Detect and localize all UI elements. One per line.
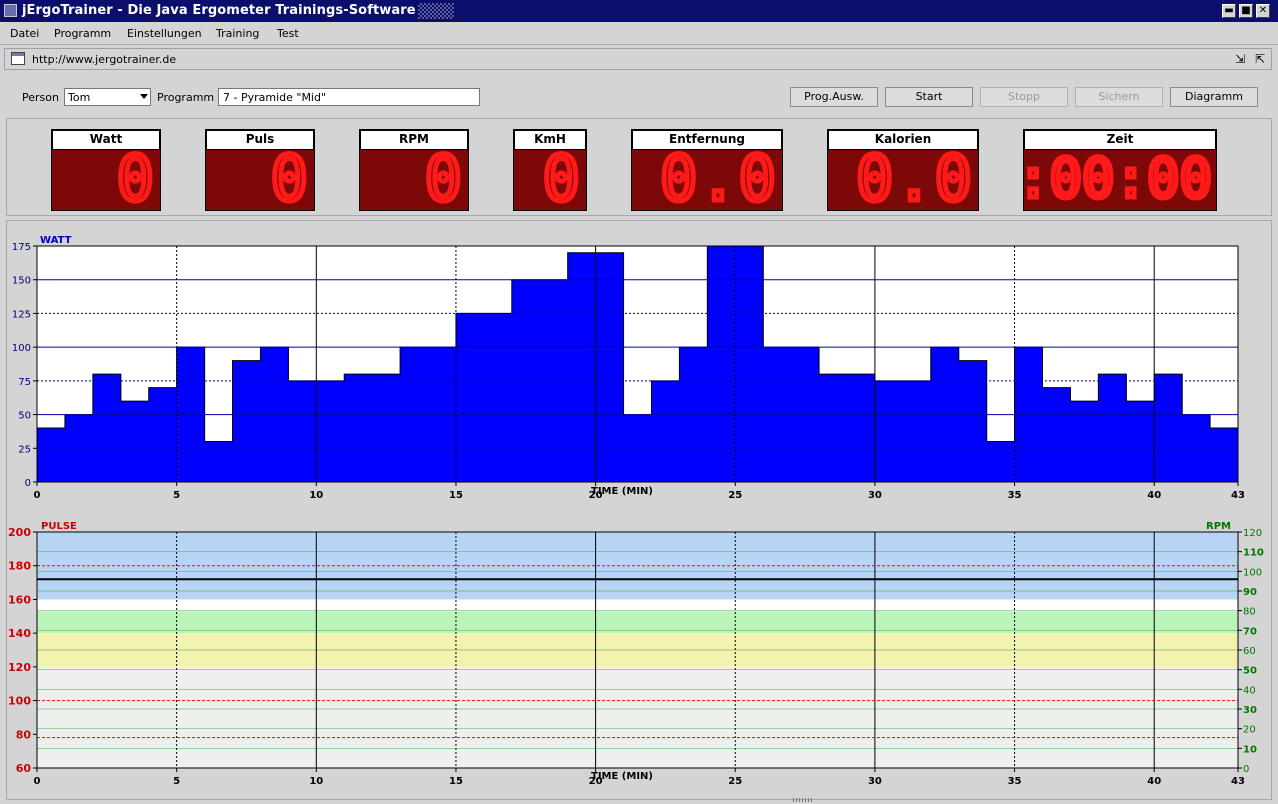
person-value: Tom <box>68 91 91 104</box>
chart-panel <box>6 220 1272 800</box>
app-icon <box>4 4 17 17</box>
display-label: Watt <box>51 129 161 149</box>
display-value: 0:00:00 <box>1023 149 1214 210</box>
chevron-down-icon <box>140 94 148 99</box>
program-field[interactable]: 7 - Pyramide "Mid" <box>218 88 480 106</box>
diagram-button[interactable]: Diagramm <box>1170 87 1258 107</box>
speed-display: KmH 0 <box>513 129 587 211</box>
window-title: jErgoTrainer - Die Java Ergometer Traini… <box>22 3 416 18</box>
display-label: Kalorien <box>827 129 979 149</box>
display-label: KmH <box>513 129 587 149</box>
display-label: Puls <box>205 129 315 149</box>
minimize-button[interactable]: ▬ <box>1222 4 1236 18</box>
display-label: Entfernung <box>631 129 783 149</box>
save-button[interactable]: Sichern <box>1075 87 1163 107</box>
titlebar-pattern <box>418 3 454 19</box>
menu-bar: Datei Programm Einstellungen Training Te… <box>0 22 1278 45</box>
display-panel: Watt 0 Puls 0 RPM 0 KmH 0 Entfernung 0.0… <box>6 118 1272 216</box>
display-label: RPM <box>359 129 469 149</box>
web-page-icon <box>11 52 25 65</box>
resize-grip[interactable] <box>793 798 813 802</box>
undock-icon[interactable]: ⇲ <box>1233 52 1247 66</box>
rpm-display: RPM 0 <box>359 129 469 211</box>
display-value: 0.0 <box>658 149 779 211</box>
display-value: 0 <box>114 149 156 211</box>
person-label: Person <box>22 91 59 104</box>
distance-display: Entfernung 0.0 <box>631 129 783 211</box>
url-bar: http://www.jergotrainer.de ⇲ ⇱ <box>4 48 1272 70</box>
url-text[interactable]: http://www.jergotrainer.de <box>32 53 176 66</box>
calories-display: Kalorien 0.0 <box>827 129 979 211</box>
program-label: Programm <box>157 91 215 104</box>
dock-icon[interactable]: ⇱ <box>1253 52 1267 66</box>
program-select-button[interactable]: Prog.Ausw. <box>790 87 878 107</box>
pulse-display: Puls 0 <box>205 129 315 211</box>
menu-test[interactable]: Test <box>277 27 299 40</box>
window-titlebar: jErgoTrainer - Die Java Ergometer Traini… <box>0 0 1278 22</box>
menu-programm[interactable]: Programm <box>54 27 111 40</box>
display-value: 0.0 <box>854 149 975 211</box>
display-value: 0 <box>540 149 582 211</box>
stop-button[interactable]: Stopp <box>980 87 1068 107</box>
close-button[interactable]: ✕ <box>1256 4 1270 18</box>
control-row: Person Tom Programm 7 - Pyramide "Mid" P… <box>0 82 1278 112</box>
menu-einstellungen[interactable]: Einstellungen <box>127 27 202 40</box>
display-label: Zeit <box>1023 129 1217 149</box>
time-display: Zeit 0:00:00 <box>1023 129 1217 211</box>
menu-datei[interactable]: Datei <box>10 27 39 40</box>
maximize-button[interactable]: ■ <box>1239 4 1253 18</box>
menu-training[interactable]: Training <box>216 27 259 40</box>
start-button[interactable]: Start <box>885 87 973 107</box>
display-value: 0 <box>422 149 464 211</box>
program-value: 7 - Pyramide "Mid" <box>223 91 327 104</box>
person-select[interactable]: Tom <box>64 88 151 106</box>
display-value: 0 <box>268 149 310 211</box>
watt-display: Watt 0 <box>51 129 161 211</box>
